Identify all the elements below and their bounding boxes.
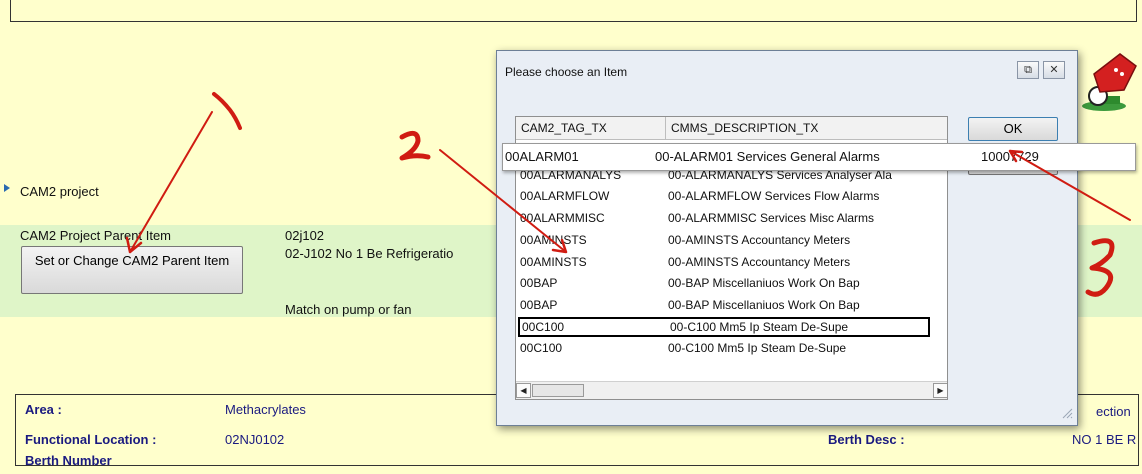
annotation-1 <box>125 92 242 254</box>
annotation-3 <box>1008 149 1131 297</box>
annotation-layer <box>125 92 1131 297</box>
annotation-2 <box>399 130 568 254</box>
application-page: CAM2 project CAM2 Project Parent Item 02… <box>0 0 1142 474</box>
